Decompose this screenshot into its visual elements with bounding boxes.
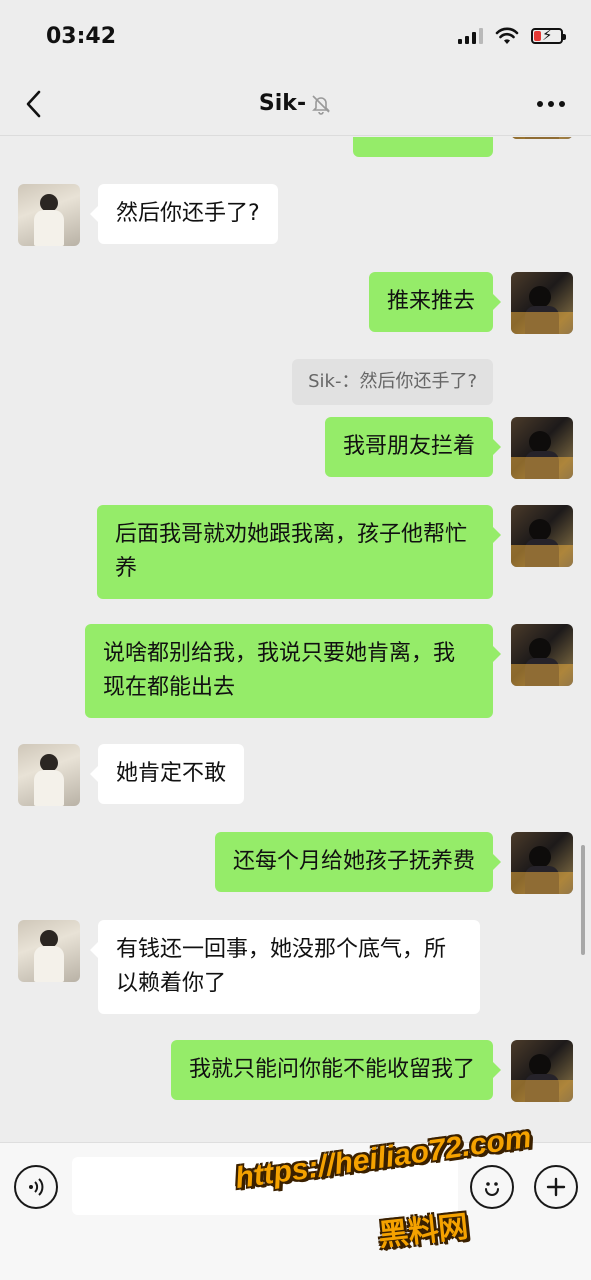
message-out: 推来推去	[368, 272, 573, 334]
my-avatar[interactable]	[511, 505, 573, 567]
scrollbar[interactable]	[581, 845, 585, 955]
contact-avatar[interactable]	[18, 184, 80, 246]
my-avatar[interactable]	[511, 272, 573, 334]
message-in: 有钱还一回事，她没那个底气，所以赖着你了	[18, 920, 480, 1014]
my-avatar[interactable]	[511, 137, 573, 139]
status-bar: 03:42 ⚡	[0, 0, 591, 72]
message-bubble[interactable]: 说啥都别给我，我说只要她肯离，我现在都能出去	[85, 624, 501, 718]
message-in: 她肯定不敢	[18, 744, 245, 806]
message-in: 然后你还手了?	[18, 184, 278, 246]
chat-header: Sik-	[0, 72, 591, 136]
message-input[interactable]	[72, 1157, 458, 1215]
message-out: 还每个月给她孩子抚养费	[214, 832, 573, 894]
plus-icon	[546, 1177, 566, 1197]
signal-icon	[458, 28, 483, 44]
quoted-message[interactable]: Sik-：然后你还手了?	[292, 359, 493, 405]
message-bubble[interactable]: 然后你还手了?	[90, 184, 278, 244]
emoji-icon	[485, 1182, 499, 1196]
message-bubble[interactable]: 有钱还一回事，她没那个底气，所以赖着你了	[90, 920, 480, 1014]
my-avatar[interactable]	[511, 417, 573, 479]
contact-avatar[interactable]	[18, 920, 80, 982]
status-icons: ⚡	[458, 26, 566, 45]
message-out: 说啥都别给我，我说只要她肯离，我现在都能出去	[85, 624, 573, 718]
voice-button[interactable]	[14, 1165, 58, 1209]
chat-message-list[interactable]: 然后你还手了? 推来推去 Sik-：然后你还手了? 我哥朋友拦着 后面我哥就劝她…	[0, 137, 591, 1142]
message-bubble[interactable]: 还每个月给她孩子抚养费	[214, 832, 502, 892]
wifi-icon	[495, 27, 519, 44]
contact-avatar[interactable]	[18, 744, 80, 806]
more-button[interactable]	[533, 90, 569, 118]
message-out: 后面我哥就劝她跟我离，孩子他帮忙养	[97, 505, 573, 599]
message-bubble[interactable]: 我哥朋友拦着	[324, 417, 502, 477]
message-out: 我就只能问你能不能收留我了	[170, 1040, 573, 1102]
my-avatar[interactable]	[511, 832, 573, 894]
my-avatar[interactable]	[511, 1040, 573, 1102]
status-time: 03:42	[46, 23, 117, 49]
battery-charging-icon: ⚡	[531, 26, 566, 44]
message-out	[353, 137, 573, 157]
mute-bell-icon	[312, 94, 331, 115]
back-icon	[26, 90, 41, 118]
emoji-button[interactable]	[470, 1165, 514, 1209]
my-avatar[interactable]	[511, 624, 573, 686]
plus-button[interactable]	[534, 1165, 578, 1209]
voice-icon	[29, 1178, 44, 1196]
message-bubble[interactable]: 推来推去	[368, 272, 502, 332]
message-bubble[interactable]	[353, 137, 493, 157]
message-bubble[interactable]: 我就只能问你能不能收留我了	[170, 1040, 502, 1100]
message-bubble[interactable]: 后面我哥就劝她跟我离，孩子他帮忙养	[97, 505, 501, 599]
chat-title-group: Sik-	[259, 91, 332, 116]
message-bubble[interactable]: 她肯定不敢	[89, 744, 245, 804]
chat-title: Sik-	[258, 91, 307, 116]
input-bar	[0, 1142, 591, 1280]
message-out: 我哥朋友拦着	[324, 417, 573, 479]
back-button[interactable]	[16, 86, 52, 122]
more-icon	[537, 101, 543, 107]
